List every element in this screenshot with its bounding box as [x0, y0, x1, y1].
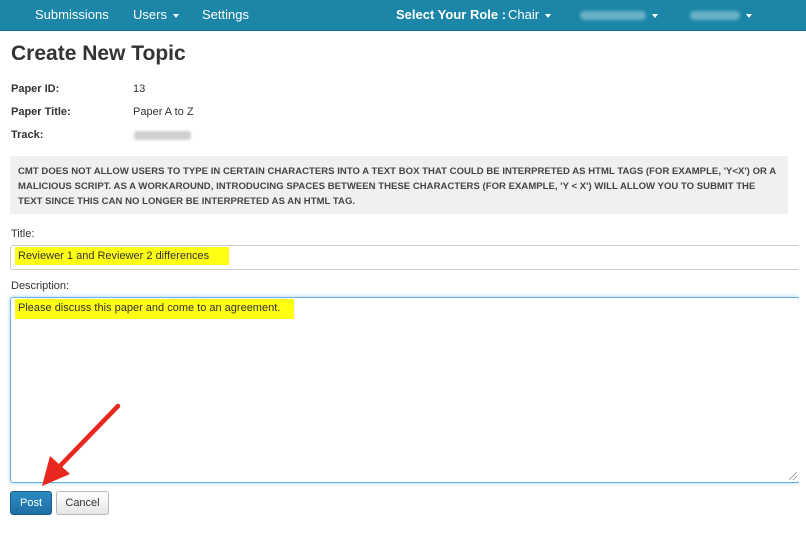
conference-dropdown[interactable]: [580, 0, 658, 31]
page-title: Create New Topic: [11, 42, 186, 65]
chevron-down-icon: [172, 13, 179, 18]
chevron-down-icon: [746, 13, 752, 18]
paper-title-label: Paper Title:: [11, 106, 71, 118]
chevron-down-icon: [545, 13, 552, 18]
description-textarea-value: Please discuss this paper and come to an…: [15, 299, 295, 319]
nav-submissions[interactable]: Submissions: [35, 0, 109, 31]
resize-handle-icon[interactable]: [789, 472, 797, 480]
post-button[interactable]: Post: [10, 491, 52, 515]
cancel-button[interactable]: Cancel: [56, 491, 109, 515]
user-menu-dropdown[interactable]: [690, 0, 752, 31]
role-dropdown[interactable]: Chair: [508, 0, 552, 31]
role-selector-label: Select Your Role :: [396, 7, 507, 22]
nav-settings[interactable]: Settings: [202, 0, 249, 31]
title-field-label: Title:: [11, 228, 35, 240]
paper-id-value: 13: [133, 83, 146, 95]
chevron-down-icon: [652, 13, 658, 18]
role-value: Chair: [508, 7, 540, 22]
redacted-track-value: [134, 131, 191, 140]
page-scrollbar[interactable]: [799, 31, 806, 545]
nav-submissions-label: Submissions: [35, 7, 109, 22]
paper-title-value: Paper A to Z: [133, 106, 194, 118]
nav-users-label: Users: [133, 7, 167, 22]
title-input[interactable]: Reviewer 1 and Reviewer 2 differences: [10, 245, 800, 270]
track-label: Track:: [11, 129, 44, 141]
top-navbar: Submissions Users Settings Select Your R…: [0, 0, 806, 31]
html-warning-notice: CMT DOES NOT ALLOW USERS TO TYPE IN CERT…: [10, 156, 788, 214]
nav-settings-label: Settings: [202, 7, 249, 22]
nav-users-dropdown[interactable]: Users: [133, 0, 179, 31]
description-textarea[interactable]: Please discuss this paper and come to an…: [10, 297, 800, 483]
description-field-label: Description:: [11, 280, 70, 292]
paper-id-label: Paper ID:: [11, 83, 60, 95]
redacted-conference-name: [580, 11, 646, 21]
redacted-user-name: [690, 11, 740, 21]
title-input-value: Reviewer 1 and Reviewer 2 differences: [15, 247, 230, 265]
